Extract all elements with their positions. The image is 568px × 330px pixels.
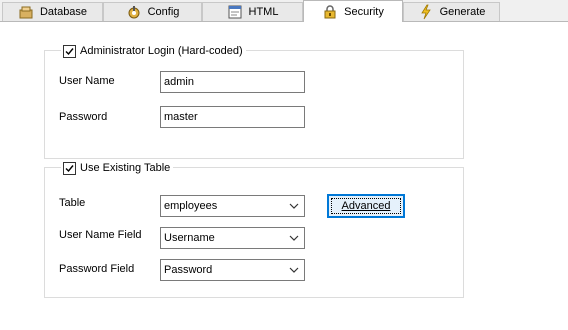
tab-generate[interactable]: Generate [403,2,500,21]
password-field-label: Password Field [59,263,135,275]
user-name-field-label: User Name Field [59,229,142,241]
chevron-down-icon [289,235,299,241]
user-name-input[interactable]: admin [160,71,305,93]
advanced-button[interactable]: Advanced [327,194,405,218]
tab-security[interactable]: Security [303,0,403,22]
security-panel: Administrator Login (Hard-coded) User Na… [0,21,568,330]
tab-html[interactable]: HTML [202,2,303,21]
lock-icon [322,4,338,20]
checkmark-icon [65,164,74,172]
tab-label: Database [39,6,88,18]
existing-table-checkbox[interactable] [63,161,76,175]
tab-label: Generate [439,6,486,18]
table-label: Table [59,197,86,209]
password-value: master [164,111,198,123]
config-icon [126,4,142,20]
tab-label: Config [147,6,180,18]
existing-table-label: Use Existing Table [80,162,171,174]
existing-table-legend: Use Existing Table [61,160,174,176]
admin-login-legend: Administrator Login (Hard-coded) [61,43,246,59]
admin-login-checkbox[interactable] [63,44,76,58]
tab-config[interactable]: Config [103,2,202,21]
html-icon [227,4,243,20]
chevron-down-icon [289,203,299,209]
tab-label: Security [344,5,384,18]
password-field-select[interactable]: Password [160,259,305,281]
tab-label: HTML [248,6,279,18]
user-name-label: User Name [59,75,115,87]
password-input[interactable]: master [160,106,305,128]
tab-strip: Database Config HTML Security Generate [0,0,568,22]
password-field-value: Password [164,264,213,276]
existing-table-group: Use Existing Table Table employees Advan… [44,160,464,298]
table-select-value: employees [164,200,218,212]
table-select[interactable]: employees [160,195,305,217]
database-icon [18,4,34,20]
user-name-field-select[interactable]: Username [160,227,305,249]
password-label: Password [59,111,108,123]
checkmark-icon [65,47,74,55]
advanced-button-label: Advanced [341,200,391,212]
chevron-down-icon [289,267,299,273]
admin-login-label: Administrator Login (Hard-coded) [80,45,243,57]
user-name-field-value: Username [164,232,215,244]
tab-database[interactable]: Database [2,2,103,21]
user-name-value: admin [164,76,194,88]
lightning-icon [418,4,434,20]
admin-login-group: Administrator Login (Hard-coded) User Na… [44,43,464,159]
